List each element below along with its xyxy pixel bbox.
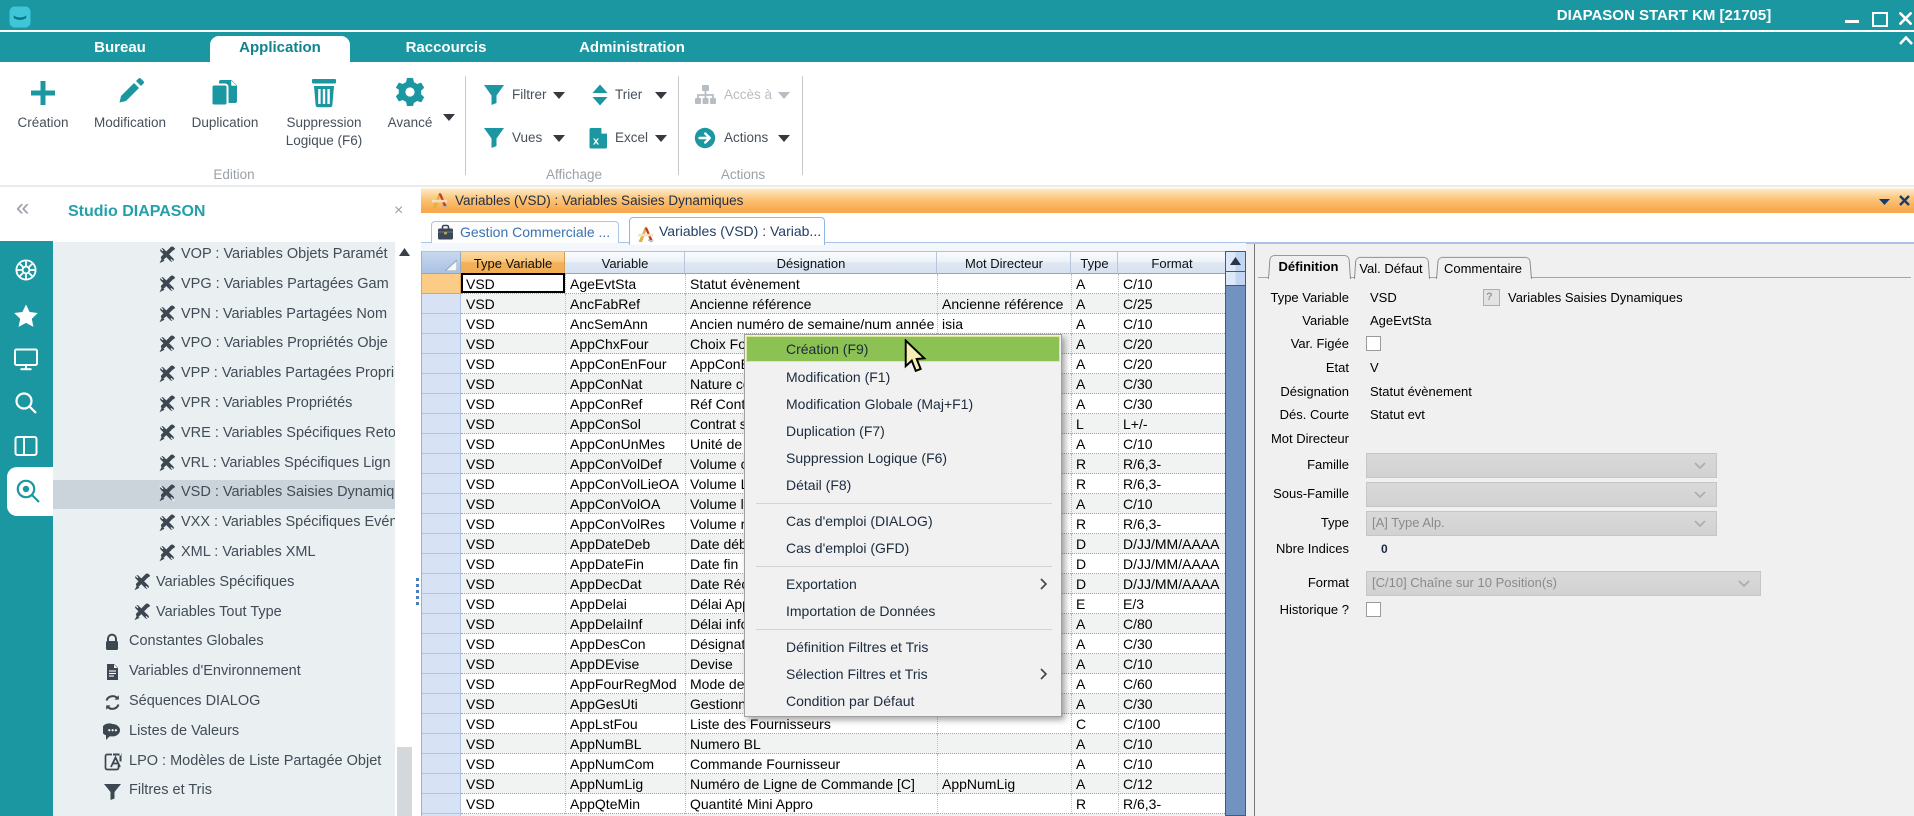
svg-text:x: x xyxy=(593,136,600,148)
